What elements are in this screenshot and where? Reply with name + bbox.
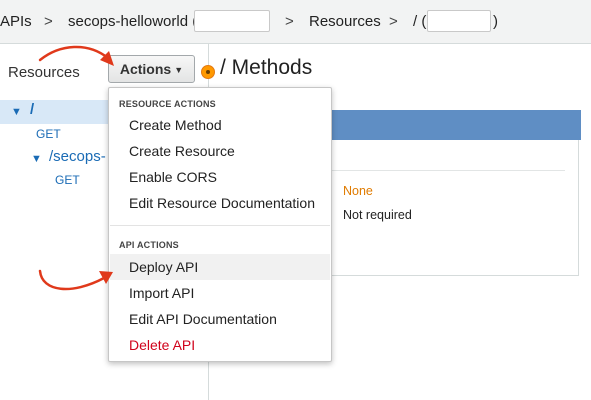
actions-button-label: Actions <box>119 61 172 77</box>
method-panel-header <box>330 110 581 140</box>
deploy-api-menu-item[interactable]: Deploy API <box>110 254 330 280</box>
breadcrumb: APIs > secops-helloworld ( > Resources >… <box>0 0 591 44</box>
divider <box>330 170 565 171</box>
tree-root-resource[interactable]: / <box>30 101 34 118</box>
breadcrumb-separator: > <box>285 13 294 30</box>
edit-api-documentation-menu-item[interactable]: Edit API Documentation <box>110 306 330 332</box>
authorization-value: None <box>343 184 373 198</box>
create-method-menu-item[interactable]: Create Method <box>110 112 330 138</box>
actions-button[interactable]: Actions ▼ <box>108 55 195 83</box>
redacted-api-id <box>194 10 270 32</box>
breadcrumb-apis-link[interactable]: APIs <box>0 13 32 30</box>
redacted-resource-id <box>427 10 491 32</box>
tree-child-resource[interactable]: /secops- <box>49 148 106 165</box>
caret-down-icon[interactable]: ▼ <box>31 153 42 165</box>
api-key-value: Not required <box>343 208 412 222</box>
breadcrumb-separator: > <box>389 13 398 30</box>
edit-resource-documentation-menu-item[interactable]: Edit Resource Documentation <box>110 190 330 216</box>
tree-child-get-method[interactable]: GET <box>55 173 80 187</box>
import-api-menu-item[interactable]: Import API <box>110 280 330 306</box>
breadcrumb-current-path: / ( <box>413 13 427 30</box>
resource-actions-header: RESOURCE ACTIONS <box>119 99 216 109</box>
api-actions-header: API ACTIONS <box>119 240 179 250</box>
create-resource-menu-item[interactable]: Create Resource <box>110 138 330 164</box>
info-dot-icon[interactable] <box>201 65 215 79</box>
breadcrumb-separator: > <box>44 13 53 30</box>
enable-cors-menu-item[interactable]: Enable CORS <box>110 164 330 190</box>
breadcrumb-resources-link[interactable]: Resources <box>309 13 381 30</box>
actions-dropdown-menu: RESOURCE ACTIONS Create Method Create Re… <box>108 87 332 362</box>
caret-down-icon: ▼ <box>174 65 184 75</box>
tree-root-get-method[interactable]: GET <box>36 127 61 141</box>
breadcrumb-api-name-link[interactable]: secops-helloworld ( <box>68 13 197 30</box>
breadcrumb-close-paren: ) <box>493 13 498 30</box>
resources-title: Resources <box>8 64 80 81</box>
caret-down-icon[interactable]: ▼ <box>11 106 22 118</box>
delete-api-menu-item[interactable]: Delete API <box>110 332 330 358</box>
menu-divider <box>110 225 330 226</box>
page-title: / Methods <box>220 56 313 79</box>
